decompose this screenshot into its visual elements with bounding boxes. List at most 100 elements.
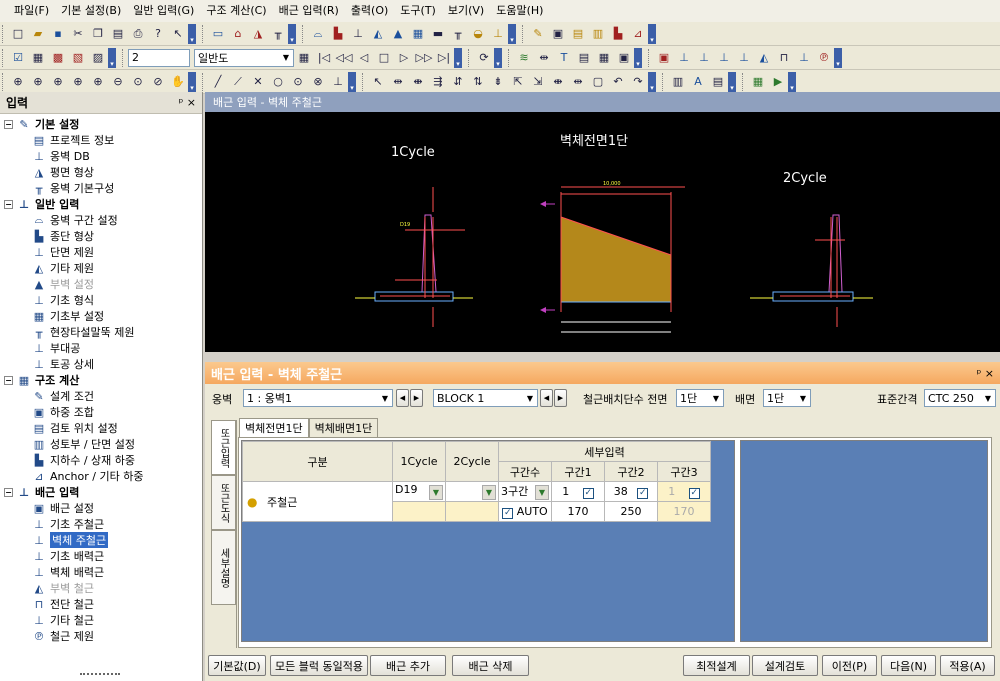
toolbar-options-icon[interactable]: ▾ xyxy=(288,23,296,44)
tree-item[interactable]: ⊥ 벽체 배력근 xyxy=(0,564,202,580)
project-info-icon[interactable]: ▭ xyxy=(209,25,227,43)
section1-cell[interactable]: 1 ✓ xyxy=(551,481,605,502)
font-icon[interactable]: A xyxy=(689,73,707,91)
tree-item[interactable]: ▙ 지하수 / 상재 하중 xyxy=(0,452,202,468)
tree-item[interactable]: ⊥ 단면 제원 xyxy=(0,244,202,260)
back-layer-select[interactable]: 1단 ▼ xyxy=(763,389,811,407)
export-icon[interactable]: ▨ xyxy=(89,49,107,67)
print-icon[interactable]: ⎙ xyxy=(129,25,147,43)
properties-icon[interactable]: ▦ xyxy=(749,73,767,91)
menu-item[interactable]: 도구(T) xyxy=(394,0,442,22)
last-icon[interactable]: ▷| xyxy=(435,49,453,67)
tree-item[interactable]: ▲ 부벽 설정 xyxy=(0,276,202,292)
tree-item[interactable]: ⊥ 토공 상세 xyxy=(0,356,202,372)
tab-detail-description[interactable]: 세부설명 xyxy=(211,530,236,605)
menu-item[interactable]: 도움말(H) xyxy=(490,0,549,22)
line-icon[interactable]: ╱ xyxy=(209,73,227,91)
view-select[interactable]: 일반도 ▼ xyxy=(194,48,294,67)
earthwork-icon[interactable]: ⊥ xyxy=(489,25,507,43)
wall-prev-button[interactable]: ◀ xyxy=(396,389,409,407)
toolbar-options-icon[interactable]: ▾ xyxy=(634,47,642,68)
tree-item[interactable]: ▣ 배근 설정 xyxy=(0,500,202,516)
footing-setting-icon[interactable]: ▬ xyxy=(429,25,447,43)
tree-item[interactable]: ⊥ 기초 주철근 xyxy=(0,516,202,532)
calc-icon[interactable]: ▦ xyxy=(29,49,47,67)
tree-item[interactable]: ⊿ Anchor / 기타 하중 xyxy=(0,468,202,484)
cycle2-empty-cell[interactable] xyxy=(445,501,499,522)
basic-frame-icon[interactable]: ╥ xyxy=(269,25,287,43)
block-next-button[interactable]: ▶ xyxy=(554,389,567,407)
toolbar-options-icon[interactable]: ▾ xyxy=(648,71,656,92)
section2-cell[interactable]: 38 ✓ xyxy=(604,481,658,502)
toolbar-options-icon[interactable]: ▾ xyxy=(454,47,462,68)
anchor-icon[interactable]: ⊿ xyxy=(629,25,647,43)
section2-spacing-cell[interactable]: 250 xyxy=(604,501,658,522)
pan-icon[interactable]: ✋ xyxy=(169,73,187,91)
grid-toggle-icon[interactable]: ▦ xyxy=(595,49,613,67)
help-icon[interactable]: ? xyxy=(149,25,167,43)
cross-icon[interactable]: ✕ xyxy=(249,73,267,91)
target-icon[interactable]: ⊗ xyxy=(309,73,327,91)
redo-icon[interactable]: ↷ xyxy=(629,73,647,91)
chevron-down-icon[interactable]: ▼ xyxy=(796,390,810,406)
collapse-toggle-icon[interactable]: − xyxy=(4,119,13,129)
save-icon[interactable]: ▪ xyxy=(49,25,67,43)
chevron-down-icon[interactable]: ▼ xyxy=(709,390,723,406)
ctc-select[interactable]: CTC 250 ▼ xyxy=(924,389,996,407)
rebar-spec-icon[interactable]: ℗ xyxy=(815,49,833,67)
cycle1-dia-cell[interactable]: D19 ▼ xyxy=(392,481,446,502)
delete-rebar-button[interactable]: 배근 삭제 xyxy=(452,655,529,676)
dim-angle-icon[interactable]: ⇲ xyxy=(529,73,547,91)
block-prev-button[interactable]: ◀ xyxy=(540,389,553,407)
tree-item[interactable]: ✎ 설계 조건 xyxy=(0,388,202,404)
text-icon[interactable]: T xyxy=(555,49,573,67)
block-select[interactable]: BLOCK 1 ▼ xyxy=(433,389,538,407)
collapse-toggle-icon[interactable]: − xyxy=(4,375,13,385)
fast-forward-icon[interactable]: ▷▷ xyxy=(415,49,433,67)
close-icon[interactable]: × xyxy=(187,96,196,109)
chevron-down-icon[interactable]: ▼ xyxy=(429,485,443,500)
previous-button[interactable]: 이전(P) xyxy=(822,655,877,676)
footing-icon[interactable]: ▦ xyxy=(409,25,427,43)
wall-section-icon[interactable]: ⌓ xyxy=(309,25,327,43)
close-icon[interactable]: × xyxy=(985,367,994,380)
tree-item[interactable]: ⊥ 벽체 주철근 xyxy=(0,532,202,548)
dim-base-icon[interactable]: ⇵ xyxy=(449,73,467,91)
dim-split-icon[interactable]: ⇼ xyxy=(549,73,567,91)
refresh-drawing-icon[interactable]: ⟳ xyxy=(475,49,493,67)
dim-column-icon[interactable]: ⇹ xyxy=(569,73,587,91)
cross-section-icon[interactable]: ⊥ xyxy=(349,25,367,43)
profile-icon[interactable]: ▙ xyxy=(329,25,347,43)
tree-item[interactable]: ▤ 검토 위치 설정 xyxy=(0,420,202,436)
toolbar-options-icon[interactable]: ▾ xyxy=(494,47,502,68)
design-condition-icon[interactable]: ✎ xyxy=(529,25,547,43)
format-icon[interactable]: ▤ xyxy=(709,73,727,91)
buttress-rebar-icon[interactable]: ◭ xyxy=(755,49,773,67)
perpendicular-icon[interactable]: ⊥ xyxy=(329,73,347,91)
zoom-center-icon[interactable]: ⊙ xyxy=(129,73,147,91)
zoom-in-icon[interactable]: ⊕ xyxy=(89,73,107,91)
other-rebar-icon[interactable]: ⊥ xyxy=(795,49,813,67)
checkbox-icon[interactable]: ☑ xyxy=(9,49,27,67)
apply-all-blocks-button[interactable]: 모든 블럭 동일적용 xyxy=(270,655,368,676)
tree-item[interactable]: ⊥ 기초 형식 xyxy=(0,292,202,308)
open-folder-icon[interactable]: ▰ xyxy=(29,25,47,43)
section1-spacing-cell[interactable]: 170 xyxy=(551,501,605,522)
section2-checkbox[interactable]: ✓ xyxy=(637,487,649,499)
chevron-down-icon[interactable]: ▼ xyxy=(279,50,293,66)
tree-item[interactable]: ◮ 평면 형상 xyxy=(0,164,202,180)
optimize-design-button[interactable]: 최적설계 xyxy=(683,655,750,676)
menu-item[interactable]: 보기(V) xyxy=(442,0,490,22)
drawing-output-icon[interactable]: ▧ xyxy=(69,49,87,67)
select-icon[interactable]: ↖ xyxy=(369,73,387,91)
pile-icon[interactable]: ╥ xyxy=(449,25,467,43)
run-icon[interactable]: ▶ xyxy=(769,73,787,91)
tree-item[interactable]: ℗ 철근 제원 xyxy=(0,628,202,644)
auto-cell[interactable]: ✓ AUTO xyxy=(498,501,552,522)
shear-rebar-icon[interactable]: ⊓ xyxy=(775,49,793,67)
layer-number-input[interactable]: 2 xyxy=(128,48,190,67)
section3-spacing-cell[interactable]: 170 xyxy=(657,501,711,522)
tree-item[interactable]: ⊥ 부대공 xyxy=(0,340,202,356)
circle-icon[interactable]: ○ xyxy=(269,73,287,91)
menu-item[interactable]: 일반 입력(G) xyxy=(127,0,200,22)
